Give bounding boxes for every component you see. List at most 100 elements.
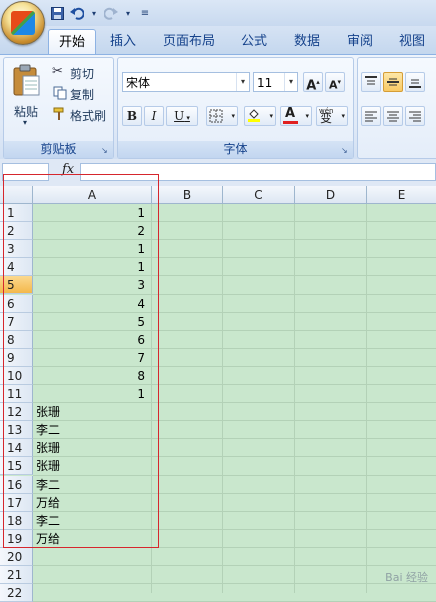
row-header[interactable]: 2	[0, 222, 33, 241]
chevron-down-icon: ▾	[184, 114, 190, 122]
tab-page-layout[interactable]: 页面布局	[157, 29, 221, 54]
gridline	[366, 204, 367, 593]
row-header[interactable]: 16	[0, 475, 33, 494]
dialog-launcher-icon[interactable]: ↘	[101, 146, 110, 155]
column-header-c[interactable]: C	[223, 186, 295, 204]
paste-button[interactable]: 粘贴 ▾	[8, 61, 46, 133]
font-name-combo[interactable]: 宋体 ▾	[122, 72, 250, 92]
cell-a15[interactable]: 张珊	[33, 457, 152, 475]
align-middle-button[interactable]	[383, 72, 403, 92]
align-right-button[interactable]	[405, 106, 425, 126]
row-header[interactable]: 6	[0, 294, 33, 313]
chevron-down-icon: ▾	[269, 112, 273, 120]
scissors-icon: ✂	[52, 64, 63, 79]
cell-a5[interactable]: 3	[33, 276, 152, 294]
chevron-down-icon: ▾	[231, 112, 235, 120]
underline-label: U	[174, 109, 185, 123]
align-bottom-button[interactable]	[405, 72, 425, 92]
cell-a16[interactable]: 李二	[33, 476, 152, 494]
dialog-launcher-icon[interactable]: ↘	[341, 146, 350, 155]
align-top-button[interactable]	[361, 72, 381, 92]
redo-icon[interactable]	[104, 6, 118, 20]
row-header[interactable]: 1	[0, 204, 33, 222]
cell-a1[interactable]: 1	[33, 204, 152, 222]
row-header[interactable]: 8	[0, 330, 33, 349]
borders-button[interactable]: ▾	[206, 106, 238, 126]
tab-review[interactable]: 审阅	[338, 29, 382, 54]
cell-a2[interactable]: 2	[33, 222, 152, 240]
gridline	[33, 565, 436, 566]
tab-data[interactable]: 数据	[285, 29, 329, 54]
copy-button[interactable]: 复制	[52, 85, 110, 103]
cell-a17[interactable]: 万给	[33, 494, 152, 512]
cell-a14[interactable]: 张珊	[33, 439, 152, 457]
cut-button[interactable]: ✂ 剪切	[52, 64, 110, 82]
format-painter-button[interactable]: 格式刷	[52, 106, 110, 124]
cell-a4[interactable]: 1	[33, 258, 152, 276]
dropdown-icon[interactable]: ▾	[124, 6, 132, 20]
row-header[interactable]: 9	[0, 348, 33, 367]
column-header-e[interactable]: E	[367, 186, 436, 204]
row-header[interactable]: 14	[0, 439, 33, 458]
align-right-icon	[409, 111, 421, 122]
font-size-combo[interactable]: 11 ▾	[253, 72, 298, 92]
cell-a18[interactable]: 李二	[33, 512, 152, 530]
undo-icon[interactable]	[70, 6, 84, 20]
row-header[interactable]: 4	[0, 258, 33, 277]
align-center-button[interactable]	[383, 106, 403, 126]
column-header-a[interactable]: A	[33, 186, 152, 204]
font-color-button[interactable]: A ▾	[280, 106, 312, 126]
insert-function-icon[interactable]: fx	[62, 162, 74, 177]
clipboard-group: 粘贴 ▾ ✂ 剪切 复制 格式刷 剪贴板 ↘	[3, 57, 114, 159]
column-header-b[interactable]: B	[152, 186, 223, 204]
shrink-font-button[interactable]: A▾	[325, 72, 345, 92]
tab-formulas[interactable]: 公式	[232, 29, 276, 54]
row-header[interactable]: 17	[0, 493, 33, 512]
customize-qat-icon[interactable]: ≡	[138, 6, 152, 20]
row-header[interactable]: 22	[0, 584, 33, 602]
grow-font-button[interactable]: A▴	[303, 72, 323, 93]
row-header[interactable]: 5	[0, 276, 33, 295]
row-header[interactable]: 20	[0, 547, 33, 566]
font-group: 宋体 ▾ 11 ▾ A▴ A▾ B I U ▾ ▾ ▾ A ▾ wén 变 ▾	[117, 57, 354, 159]
cell-a13[interactable]: 李二	[33, 421, 152, 439]
cell-a8[interactable]: 6	[33, 331, 152, 349]
save-icon[interactable]	[50, 6, 64, 20]
row-header[interactable]: 11	[0, 385, 33, 403]
underline-button[interactable]: U ▾	[166, 106, 198, 126]
cell-a11[interactable]: 1	[33, 385, 152, 403]
row-header[interactable]: 21	[0, 566, 33, 584]
cell-a12[interactable]: 张珊	[33, 403, 152, 421]
row-header[interactable]: 19	[0, 529, 33, 548]
row-header[interactable]: 12	[0, 403, 33, 422]
formula-input[interactable]	[80, 163, 436, 181]
cell-a6[interactable]: 4	[33, 295, 152, 313]
cell-a7[interactable]: 5	[33, 313, 152, 331]
row-header[interactable]: 15	[0, 457, 33, 476]
format-painter-label: 格式刷	[70, 109, 107, 123]
row-header[interactable]: 13	[0, 421, 33, 440]
column-header-d[interactable]: D	[295, 186, 367, 204]
tab-view[interactable]: 视图	[390, 29, 434, 54]
row-header[interactable]: 7	[0, 312, 33, 331]
row-header[interactable]: 18	[0, 511, 33, 530]
tab-insert[interactable]: 插入	[100, 29, 146, 54]
cell-a19[interactable]: 万给	[33, 530, 152, 548]
bold-button[interactable]: B	[122, 106, 142, 126]
row-header[interactable]: 10	[0, 366, 33, 385]
align-left-button[interactable]	[361, 106, 381, 126]
row-header[interactable]: 3	[0, 240, 33, 259]
fill-color-button[interactable]: ▾	[244, 106, 276, 126]
phonetic-guide-button[interactable]: wén 变 ▾	[316, 106, 348, 126]
tab-home[interactable]: 开始	[48, 29, 96, 55]
cell-a10[interactable]: 8	[33, 367, 152, 385]
name-box[interactable]	[2, 163, 49, 181]
italic-button[interactable]: I	[144, 106, 164, 126]
office-button[interactable]	[1, 1, 45, 45]
cell-a3[interactable]: 1	[33, 240, 152, 258]
paint-bucket-icon	[248, 109, 260, 122]
worksheet-grid[interactable]: A B C D E 1 1 2 2 3 1 4 1 5 3 6 4 7 5 8 6 9 7 10 8 11 1 12 张珊 13 李二 14 张…	[0, 186, 436, 602]
dropdown-icon[interactable]: ▾	[90, 6, 98, 20]
cell-a9[interactable]: 7	[33, 349, 152, 367]
select-all-corner[interactable]	[0, 186, 33, 204]
